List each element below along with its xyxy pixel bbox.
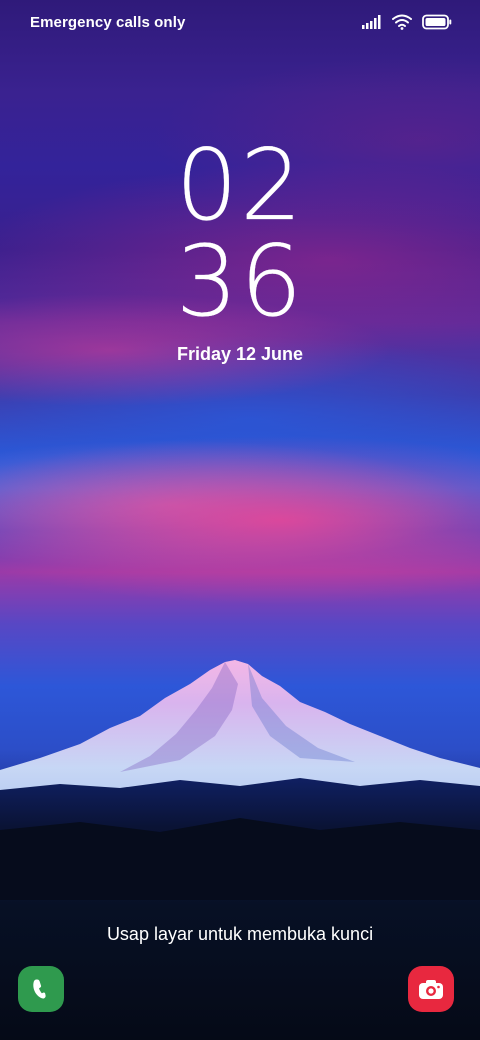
carrier-status-text: Emergency calls only — [30, 13, 186, 31]
camera-shortcut-button[interactable] — [408, 966, 454, 1012]
camera-icon — [419, 980, 443, 999]
wifi-icon — [392, 14, 412, 30]
date-text: Friday 12 June — [176, 344, 304, 364]
phone-shortcut-button[interactable] — [18, 966, 64, 1012]
signal-icon — [362, 15, 381, 29]
clock-minute: 36 — [175, 225, 305, 339]
lock-screen[interactable]: Emergency calls only 02 36 Friday 12 Jun… — [0, 0, 480, 1040]
clock-hour: 02 — [175, 129, 305, 243]
unlock-hint-text: Usap layar untuk membuka kunci — [106, 924, 374, 944]
lock-screen-clock: 02 36 — [0, 129, 480, 339]
status-icons — [362, 14, 452, 30]
battery-icon — [422, 14, 452, 30]
phone-icon — [33, 979, 46, 999]
mountain-image — [0, 660, 480, 900]
status-bar: Emergency calls only — [0, 0, 480, 44]
